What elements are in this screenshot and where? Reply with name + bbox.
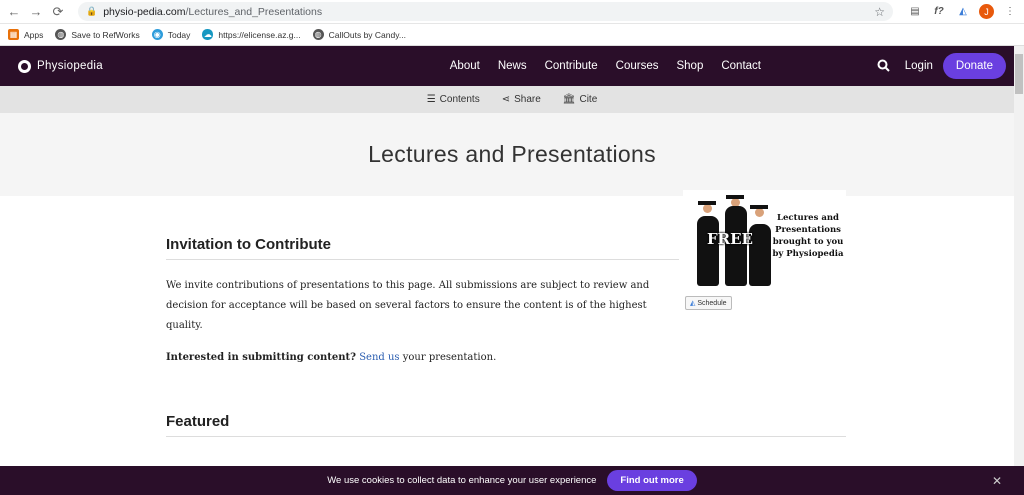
today-icon: ◉ [151, 29, 163, 40]
profile-avatar[interactable]: J [979, 4, 994, 19]
menu-item-shop[interactable]: Shop [676, 60, 703, 72]
featured-section: Featured [166, 413, 846, 437]
bookmark-callouts[interactable]: ◍ CallOuts by Candy... [312, 29, 406, 40]
url-host: physio-pedia.com [103, 5, 186, 18]
share-button[interactable]: ⋖ Share [502, 94, 541, 105]
graduate-figure [697, 216, 719, 286]
donate-button[interactable]: Donate [942, 53, 1006, 79]
schedule-button[interactable]: ◭ Schedule [685, 296, 732, 310]
list-icon: ☰ [426, 94, 436, 105]
bookmark-apps[interactable]: ▦ Apps [8, 29, 43, 40]
bookmark-refworks[interactable]: ◍ Save to RefWorks [55, 29, 140, 40]
cookie-banner: We use cookies to collect data to enhanc… [0, 466, 1024, 495]
forward-icon[interactable]: → [28, 4, 44, 20]
extension-bird-icon[interactable]: ◭ [955, 4, 971, 20]
back-icon[interactable]: ← [6, 4, 22, 20]
promo-image[interactable]: FREE Lectures and Presentations brought … [683, 190, 846, 310]
schedule-icon: ◭ [690, 300, 696, 307]
extension-formula-icon[interactable]: f? [931, 4, 947, 20]
bookmark-elicense[interactable]: ☁ https://elicense.az.g... [202, 29, 301, 40]
site-header: Physiopedia About News Contribute Course… [0, 46, 1024, 86]
graduate-cap [750, 205, 768, 209]
globe-icon: ◍ [55, 29, 67, 40]
bookmark-star-icon[interactable]: ☆ [874, 5, 885, 19]
invitation-text: We invite contributions of presentations… [166, 280, 650, 331]
page-scrollbar[interactable] [1014, 46, 1024, 466]
featured-heading: Featured [166, 413, 846, 437]
promo-text: Lectures and Presentations brought to yo… [772, 213, 844, 259]
submission-question: Interested in submitting content? [166, 352, 357, 363]
page-title: Lectures and Presentations [368, 141, 656, 167]
page-content: FREE Lectures and Presentations brought … [0, 190, 1024, 464]
bookmark-today[interactable]: ◉ Today [151, 29, 190, 40]
graduate-head [755, 208, 764, 217]
scrollbar-thumb[interactable] [1015, 54, 1023, 94]
bookmarks-bar: ▦ Apps ◍ Save to RefWorks ◉ Today ☁ https://… [0, 24, 1024, 46]
menu-kebab-icon[interactable]: ⋮ [1002, 4, 1018, 20]
submission-line: Interested in submitting content? Send u… [166, 352, 679, 363]
contents-button[interactable]: ☰ Contents [427, 94, 480, 105]
page-hero: Lectures and Presentations [0, 113, 1024, 196]
graduate-cap [698, 201, 716, 205]
salesforce-cloud-icon: ☁ [202, 29, 214, 40]
address-bar[interactable]: 🔒 physio-pedia.com/Lectures_and_Presenta… [78, 2, 893, 21]
cookie-message: We use cookies to collect data to enhanc… [327, 475, 597, 486]
extension-doc-icon[interactable]: ▤ [907, 4, 923, 20]
menu-item-contribute[interactable]: Contribute [545, 60, 598, 72]
reload-icon[interactable]: ⟳ [50, 4, 66, 20]
header-actions: Login Donate [877, 53, 1006, 79]
institution-icon: 🏛 [562, 94, 576, 105]
lock-icon: 🔒 [86, 6, 98, 16]
close-icon[interactable]: ✕ [992, 474, 1002, 488]
send-us-link[interactable]: Send us [359, 352, 399, 363]
submission-tail: your presentation. [399, 352, 497, 363]
cite-button[interactable]: 🏛 Cite [563, 94, 598, 105]
physiopedia-logo-icon [18, 59, 31, 73]
globe-icon: ◍ [312, 29, 324, 40]
url-path: /Lectures_and_Presentations [185, 5, 323, 18]
invitation-heading: Invitation to Contribute [166, 236, 679, 260]
site-logo[interactable]: Physiopedia [18, 59, 318, 73]
invitation-section: Invitation to Contribute We invite contr… [166, 236, 679, 363]
menu-item-about[interactable]: About [450, 60, 480, 72]
graduate-cap [726, 195, 744, 199]
search-icon[interactable] [877, 59, 891, 73]
menu-item-contact[interactable]: Contact [721, 60, 761, 72]
find-out-more-button[interactable]: Find out more [607, 470, 697, 491]
main-menu: About News Contribute Courses Shop Conta… [334, 60, 877, 72]
logo-text: Physiopedia [37, 60, 103, 72]
browser-toolbar: ← → ⟳ 🔒 physio-pedia.com/Lectures_and_Pr… [0, 0, 1024, 24]
apps-grid-icon: ▦ [8, 29, 19, 40]
page-tools-bar: ☰ Contents ⋖ Share 🏛 Cite [0, 86, 1024, 113]
share-icon: ⋖ [501, 94, 511, 105]
promo-free-label: FREE [707, 230, 753, 248]
menu-item-courses[interactable]: Courses [616, 60, 659, 72]
login-link[interactable]: Login [905, 60, 933, 72]
menu-item-news[interactable]: News [498, 60, 527, 72]
graduate-head [703, 204, 712, 213]
